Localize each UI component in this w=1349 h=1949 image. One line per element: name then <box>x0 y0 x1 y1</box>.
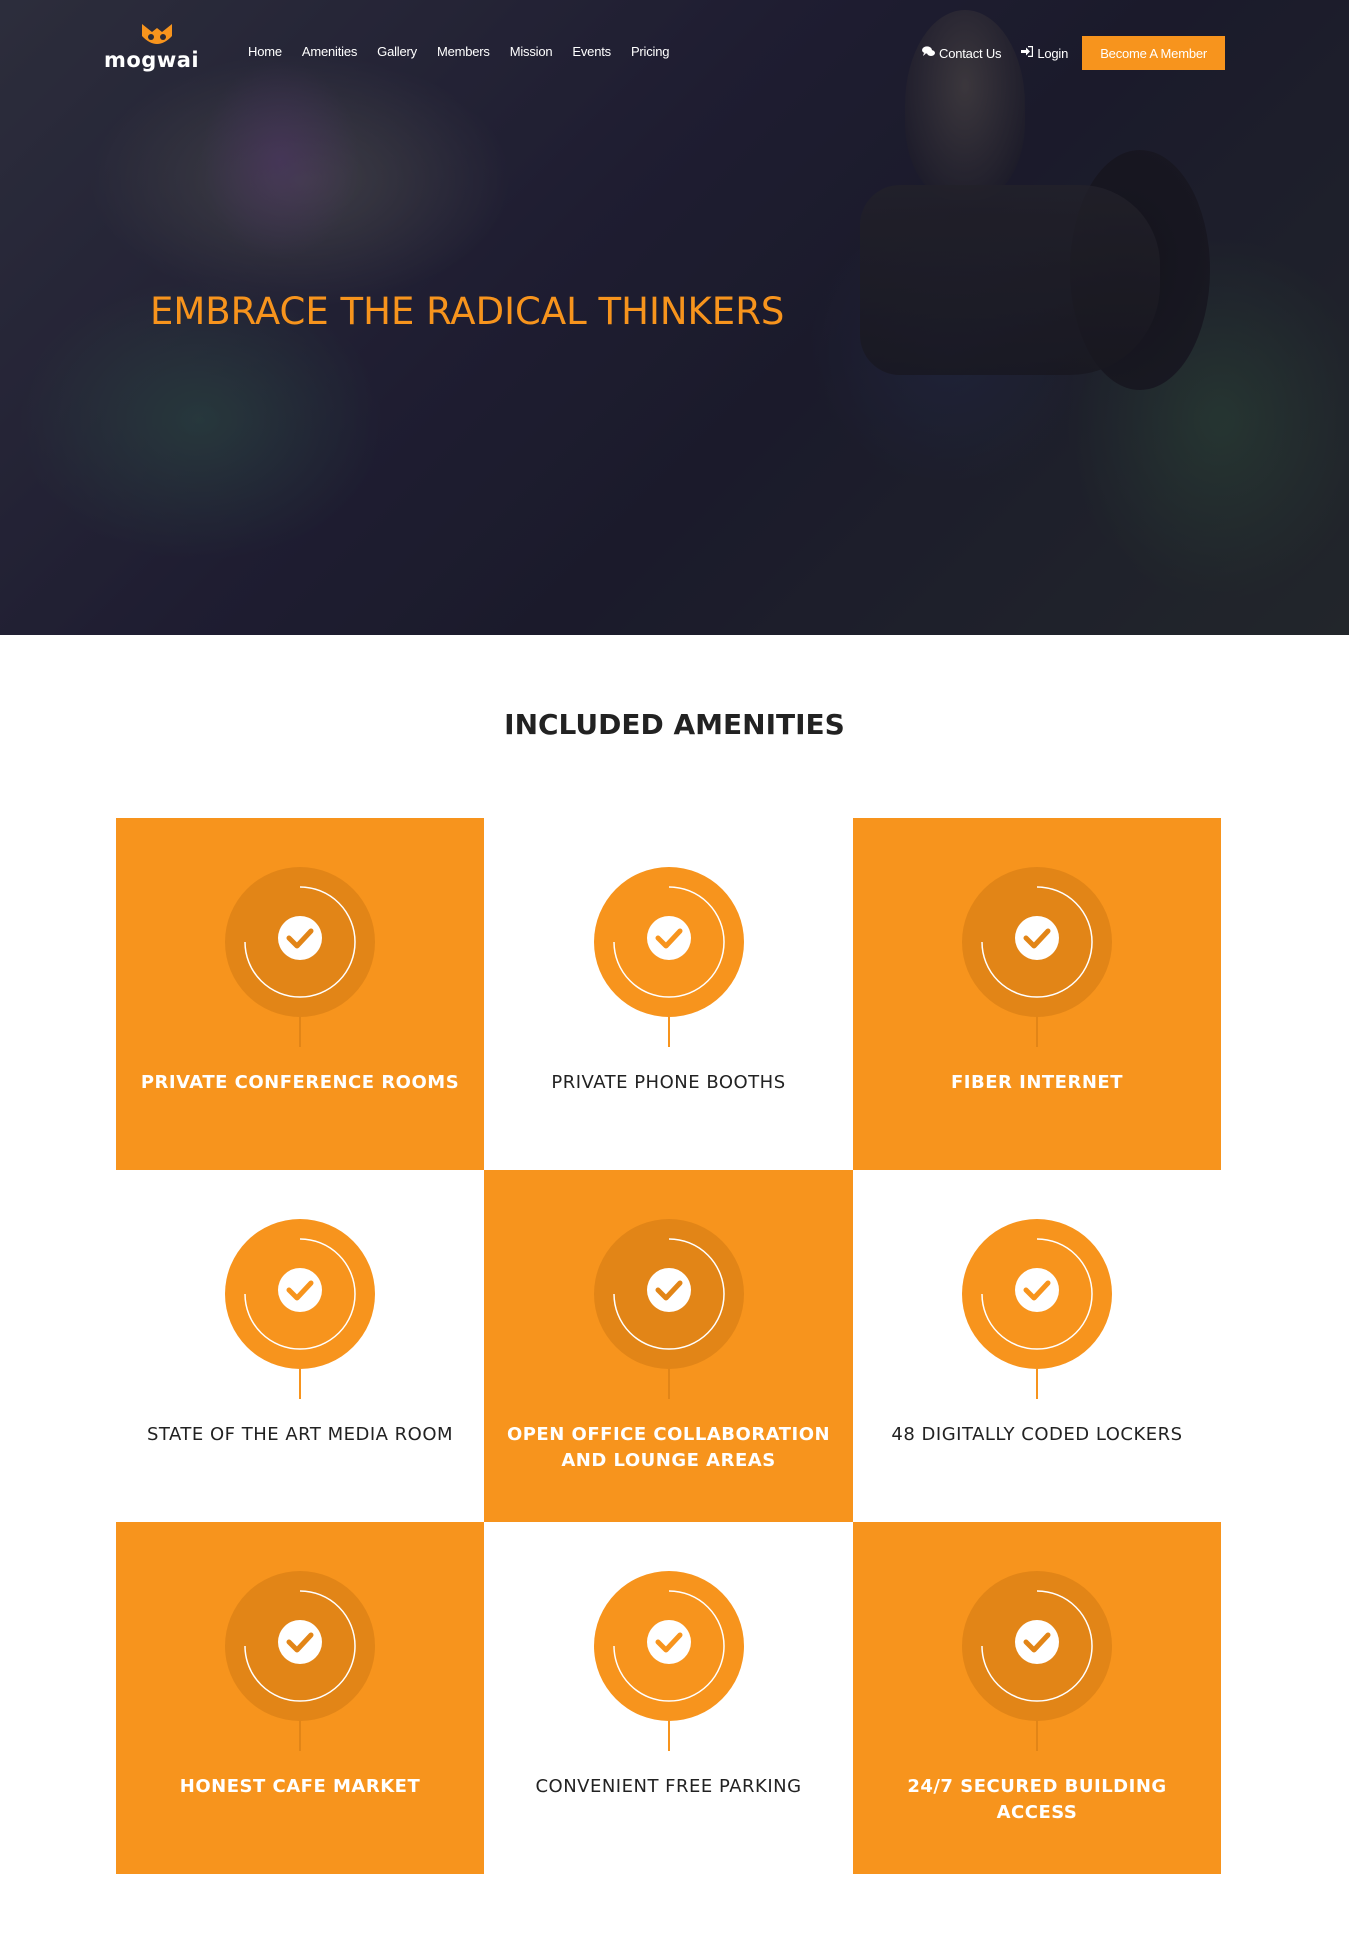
amenity-label: PRIVATE PHONE BOOTHS <box>551 1072 786 1093</box>
badge-stem <box>667 1017 670 1047</box>
amenity-badge <box>593 867 744 1017</box>
menu-item-members[interactable]: Members <box>437 44 490 59</box>
top-navigation: mogwai Home Amenities Gallery Members Mi… <box>0 0 1349 110</box>
menu-item-gallery[interactable]: Gallery <box>377 44 417 59</box>
amenity-card: FIBER INTERNET <box>853 818 1221 1170</box>
check-circle-icon <box>612 886 725 998</box>
amenity-label: FIBER INTERNET <box>951 1072 1123 1093</box>
amenity-label: CONVENIENT FREE PARKING <box>535 1776 802 1797</box>
badge-stem <box>299 1017 301 1047</box>
amenity-badge <box>225 867 375 1017</box>
main-menu: Home Amenities Gallery Members Mission E… <box>248 44 689 59</box>
menu-item-pricing[interactable]: Pricing <box>631 44 670 59</box>
badge-stem <box>1036 1017 1038 1047</box>
logo[interactable]: mogwai <box>104 22 214 78</box>
amenities-section-title: INCLUDED AMENITIES <box>504 708 845 741</box>
menu-item-events[interactable]: Events <box>572 44 611 59</box>
amenity-label: 24/7 SECURED BUILDING ACCESS <box>907 1776 1167 1823</box>
contact-us-label: Contact Us <box>939 45 1002 61</box>
sign-in-icon <box>1021 45 1034 60</box>
amenity-badge <box>962 867 1112 1017</box>
amenity-card: CONVENIENT FREE PARKING <box>484 1522 853 1874</box>
check-circle-icon <box>612 1238 725 1350</box>
badge-stem <box>667 1369 670 1399</box>
check-circle-icon <box>244 886 356 998</box>
badge-stem <box>299 1721 301 1751</box>
hero-title: EMBRACE THE RADICAL THINKERS <box>150 290 785 333</box>
amenities-grid: PRIVATE CONFERENCE ROOMS PRIVATE PHONE B… <box>116 818 1221 1874</box>
amenity-card: PRIVATE CONFERENCE ROOMS <box>116 818 484 1170</box>
amenity-badge <box>593 1571 744 1721</box>
check-circle-icon <box>244 1238 356 1350</box>
nav-actions: Contact Us Login Become A Member <box>922 36 1226 70</box>
amenity-card: HONEST CAFE MARKET <box>116 1522 484 1874</box>
logo-wordmark: mogwai <box>104 48 200 72</box>
amenity-badge <box>962 1219 1112 1369</box>
chat-bubbles-icon <box>922 46 935 60</box>
badge-stem <box>299 1369 301 1399</box>
menu-item-mission[interactable]: Mission <box>510 44 553 59</box>
amenity-label: STATE OF THE ART MEDIA ROOM <box>146 1424 454 1445</box>
badge-stem <box>667 1721 670 1751</box>
amenity-card: STATE OF THE ART MEDIA ROOM <box>116 1170 484 1522</box>
check-circle-icon <box>981 886 1093 998</box>
amenity-label: OPEN OFFICE COLLABORATION AND LOUNGE ARE… <box>506 1424 831 1471</box>
amenity-badge <box>593 1219 744 1369</box>
check-circle-icon <box>244 1590 356 1702</box>
menu-item-amenities[interactable]: Amenities <box>302 44 357 59</box>
check-circle-icon <box>981 1238 1093 1350</box>
amenity-badge <box>962 1571 1112 1721</box>
amenity-card: PRIVATE PHONE BOOTHS <box>484 818 853 1170</box>
amenity-badge <box>225 1219 375 1369</box>
amenity-label: 48 DIGITALLY CODED LOCKERS <box>891 1424 1183 1445</box>
badge-stem <box>1036 1721 1038 1751</box>
amenity-label: PRIVATE CONFERENCE ROOMS <box>140 1072 460 1093</box>
amenity-label: HONEST CAFE MARKET <box>179 1776 421 1797</box>
check-circle-icon <box>981 1590 1093 1702</box>
logo-mark-icon <box>142 24 172 44</box>
become-a-member-button[interactable]: Become A Member <box>1082 36 1226 70</box>
amenity-card: 48 DIGITALLY CODED LOCKERS <box>853 1170 1221 1522</box>
login-link[interactable]: Login <box>1021 46 1068 61</box>
menu-item-home[interactable]: Home <box>248 44 282 59</box>
badge-stem <box>1036 1369 1038 1399</box>
check-circle-icon <box>612 1590 725 1702</box>
contact-us-link[interactable]: Contact Us <box>922 45 1002 61</box>
amenity-card: 24/7 SECURED BUILDING ACCESS <box>853 1522 1221 1874</box>
amenity-card: OPEN OFFICE COLLABORATION AND LOUNGE ARE… <box>484 1170 853 1522</box>
amenity-badge <box>225 1571 375 1721</box>
login-label: Login <box>1037 45 1069 61</box>
